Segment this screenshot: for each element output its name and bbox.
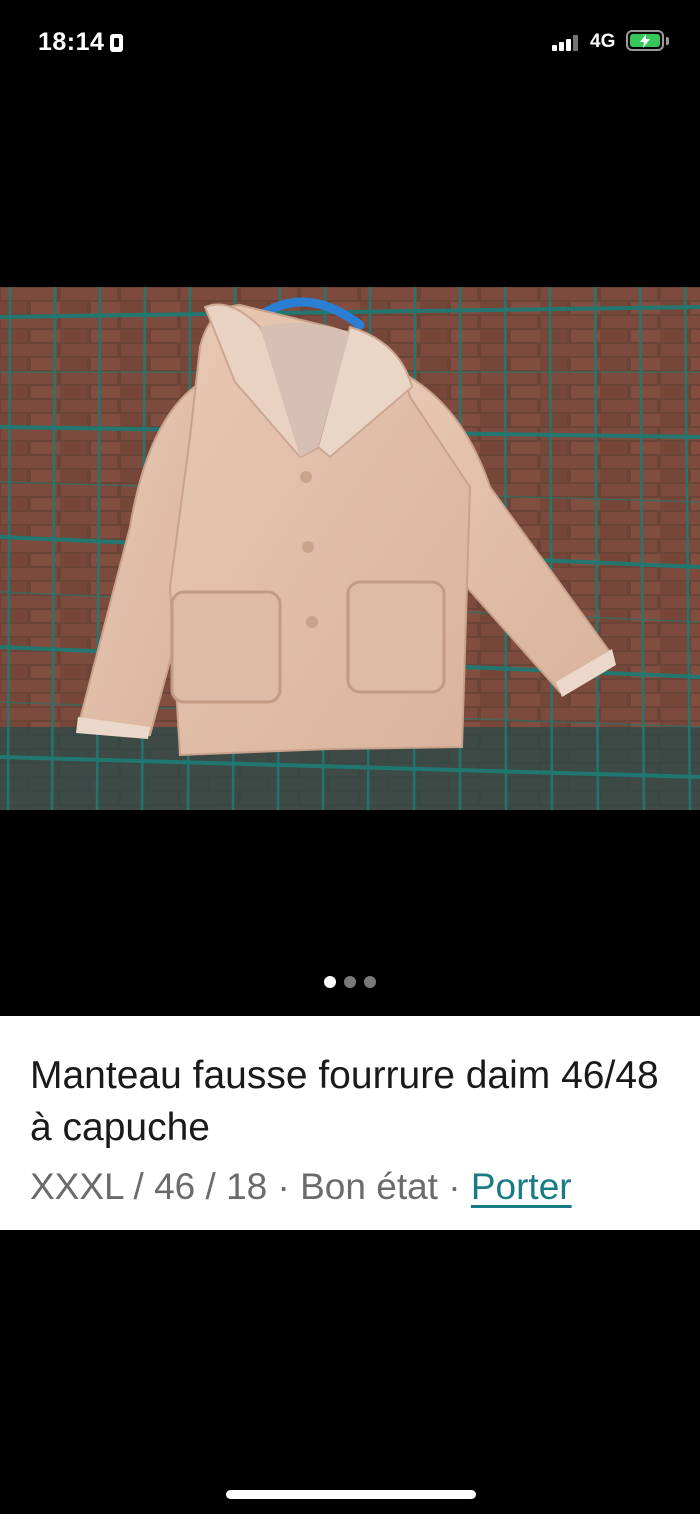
cellular-signal-icon: [552, 35, 584, 51]
carousel-dot-2[interactable]: [344, 976, 356, 988]
listing-meta: XXXL / 46 / 18 · Bon état · Porter: [30, 1166, 670, 1208]
listing-condition: Bon état: [300, 1166, 438, 1207]
listing-title: Manteau fausse fourrure daim 46/48 à cap…: [30, 1054, 659, 1149]
carousel-indicator[interactable]: [0, 975, 700, 993]
status-bar: 18:14 4G: [0, 0, 700, 88]
contact-badge-icon: [110, 34, 124, 52]
home-indicator[interactable]: [226, 1490, 476, 1499]
time-text: 18:14: [38, 28, 105, 56]
status-time: 18:14: [38, 28, 124, 57]
brand-link[interactable]: Porter: [471, 1166, 572, 1207]
battery-icon: [626, 30, 664, 51]
carousel-dot-3[interactable]: [364, 976, 376, 988]
listing-size: XXXL / 46 / 18: [30, 1166, 268, 1207]
meta-separator: ·: [277, 1166, 290, 1207]
charging-bolt-icon: [640, 33, 650, 48]
meta-separator: ·: [448, 1166, 461, 1207]
carousel-dot-1[interactable]: [324, 976, 336, 988]
product-photo[interactable]: [0, 287, 700, 810]
network-type: 4G: [590, 31, 616, 52]
coat-photo-image: [0, 287, 700, 810]
battery-level: [630, 33, 660, 48]
battery-cap: [666, 37, 669, 45]
listing-info-card: Manteau fausse fourrure daim 46/48 à cap…: [0, 1016, 700, 1230]
